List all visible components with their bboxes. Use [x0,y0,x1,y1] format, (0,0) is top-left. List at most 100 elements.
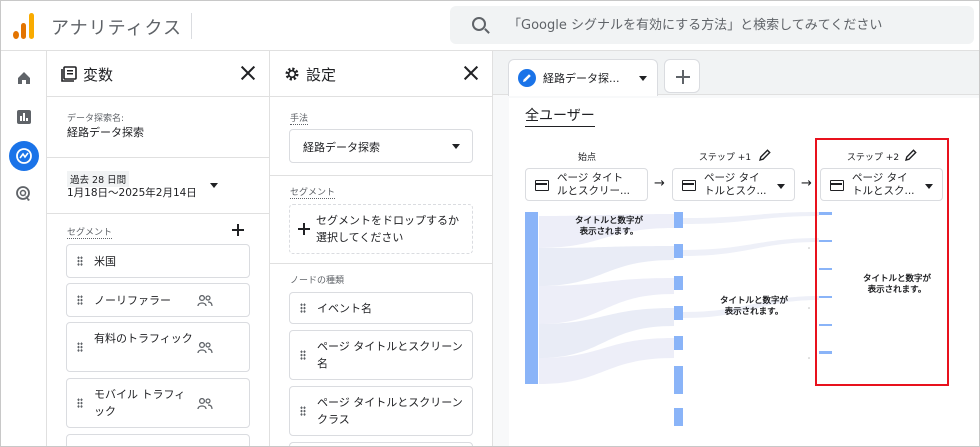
technique-select[interactable]: 経路データ探索 [289,129,473,163]
search-input[interactable] [508,6,968,44]
drag-handle-icon[interactable] [77,256,83,266]
step-1-node-bar [674,366,683,394]
step-1-node-bar [674,336,683,350]
tab-strip: 経路データ探... [493,51,979,96]
node-type-chip[interactable]: イベント名 [289,292,473,324]
date-range-dropdown-icon[interactable] [210,183,218,188]
technique-label: 手法 [290,111,309,125]
chevron-down-icon [777,184,785,189]
chevron-down-icon [452,144,460,149]
explore-icon[interactable] [9,141,39,171]
gear-icon [285,67,299,81]
tab-path-exploration[interactable]: 経路データ探... [508,59,658,96]
segment-chip-partial[interactable] [66,434,250,446]
search-bar[interactable] [450,6,974,44]
node-type-chip-partial[interactable] [289,442,473,446]
search-icon [472,17,486,31]
top-bar: アナリティクス [1,1,979,51]
node-selector-label: ページ タイ トルとスク... [704,172,767,197]
settings-panel: 設定 手法 経路データ探索 セグメント セグメントをドロップするか選択してくださ… [270,51,493,446]
step-1-node-bar [674,212,683,228]
drag-handle-icon[interactable] [77,398,83,408]
app-title: アナリティクス [51,18,183,39]
segment-chip-label: モバイル トラフィック [94,388,186,418]
divider [270,175,492,176]
node-type-label: ページ タイトルとスクリーン名 [317,340,463,370]
node-types-label: ノードの種類 [290,276,345,286]
segment-chip[interactable]: 有料のトラフィック [66,322,250,372]
add-segment-icon[interactable] [231,223,245,237]
segment-chip[interactable]: モバイル トラフィック [66,378,250,428]
close-variables-icon[interactable] [241,66,255,80]
left-nav-rail [1,51,47,446]
drag-handle-icon[interactable] [77,342,83,352]
page-icon [535,180,549,191]
segment-drop-zone[interactable]: セグメントをドロップするか選択してください [289,204,473,254]
node-selector-label: ページ タイト ルとスクリー... [557,172,631,197]
exploration-name-label: データ探索名: [67,114,125,124]
settings-segments-label: セグメント [290,185,336,199]
node-type-label: イベント名 [317,302,372,315]
step-1-node-bar [674,276,683,290]
drag-handle-icon[interactable] [300,406,306,416]
variables-icon [61,66,77,82]
step-1-node-bar [674,408,683,426]
node-type-chip[interactable]: ページ タイトルとスクリーン名 [289,330,473,380]
step-1-node-bar [674,306,683,320]
date-range-value[interactable]: 1月18日～2025年2月14日 [67,185,197,200]
people-icon [197,398,213,410]
advertising-icon[interactable] [9,179,39,209]
variables-panel-title: 変数 [83,66,114,84]
step-1-node-bar [674,244,683,258]
analytics-logo-icon[interactable] [13,13,37,39]
arrow-right-icon: → [801,176,812,191]
tab-label: 経路データ探... [543,72,620,85]
start-node-bar [525,212,538,384]
flow-link [683,212,819,224]
arrow-right-icon: → [654,176,665,191]
column-label-step-1: ステップ +1 [698,153,752,163]
divider [270,263,492,264]
flow-dot [808,247,810,249]
add-icon [298,223,310,235]
home-icon[interactable] [9,63,39,93]
drag-handle-icon[interactable] [300,350,306,360]
variables-panel: 変数 データ探索名: 経路データ探索 過去 28 日間 1月18日～2025年2… [47,51,270,446]
segment-chip[interactable]: 米国 [66,244,250,278]
step-1-node-selector[interactable]: ページ タイ トルとスク... [672,168,795,201]
column-1-placeholder-text: タイトルと数字が 表示されます。 [574,216,643,237]
flow-dot [808,357,810,359]
chevron-down-icon[interactable] [639,76,647,81]
flow-dot [808,307,810,309]
segment-chip-label: 有料のトラフィック [94,332,193,345]
start-node-selector[interactable]: ページ タイト ルとスクリー... [525,168,648,201]
settings-panel-header: 設定 [270,51,492,97]
column-2-placeholder-text: タイトルと数字が 表示されます。 [719,296,788,317]
drag-handle-icon[interactable] [300,303,306,313]
node-type-label: ページ タイトルとスクリーン クラス [317,396,463,426]
divider [191,13,192,39]
page-icon [682,180,696,191]
edit-pencil-icon[interactable] [759,149,771,161]
close-settings-icon[interactable] [464,66,478,80]
divider [47,157,269,158]
add-tab-button[interactable] [664,59,700,93]
people-icon [197,342,213,354]
reports-icon[interactable] [9,102,39,132]
segments-label: セグメント [67,225,113,239]
column-label-start: 始点 [577,153,596,163]
people-icon [197,295,213,307]
segment-chip-label: 米国 [94,255,116,268]
technique-select-value: 経路データ探索 [303,141,380,154]
segment-chip-label: ノーリファラー [94,294,171,307]
app-window: アナリティクス 変数 データ探索名: 経路データ探索 過去 28 日間 [0,0,980,447]
drag-handle-icon[interactable] [77,295,83,305]
exploration-name-field[interactable]: 経路データ探索 [67,124,144,140]
divider [47,213,269,214]
node-type-chip[interactable]: ページ タイトルとスクリーン クラス [289,386,473,436]
segment-chip[interactable]: ノーリファラー [66,283,250,317]
add-icon [676,70,690,84]
pencil-icon [518,69,536,87]
flow-link [683,238,819,256]
highlight-box [815,138,949,386]
